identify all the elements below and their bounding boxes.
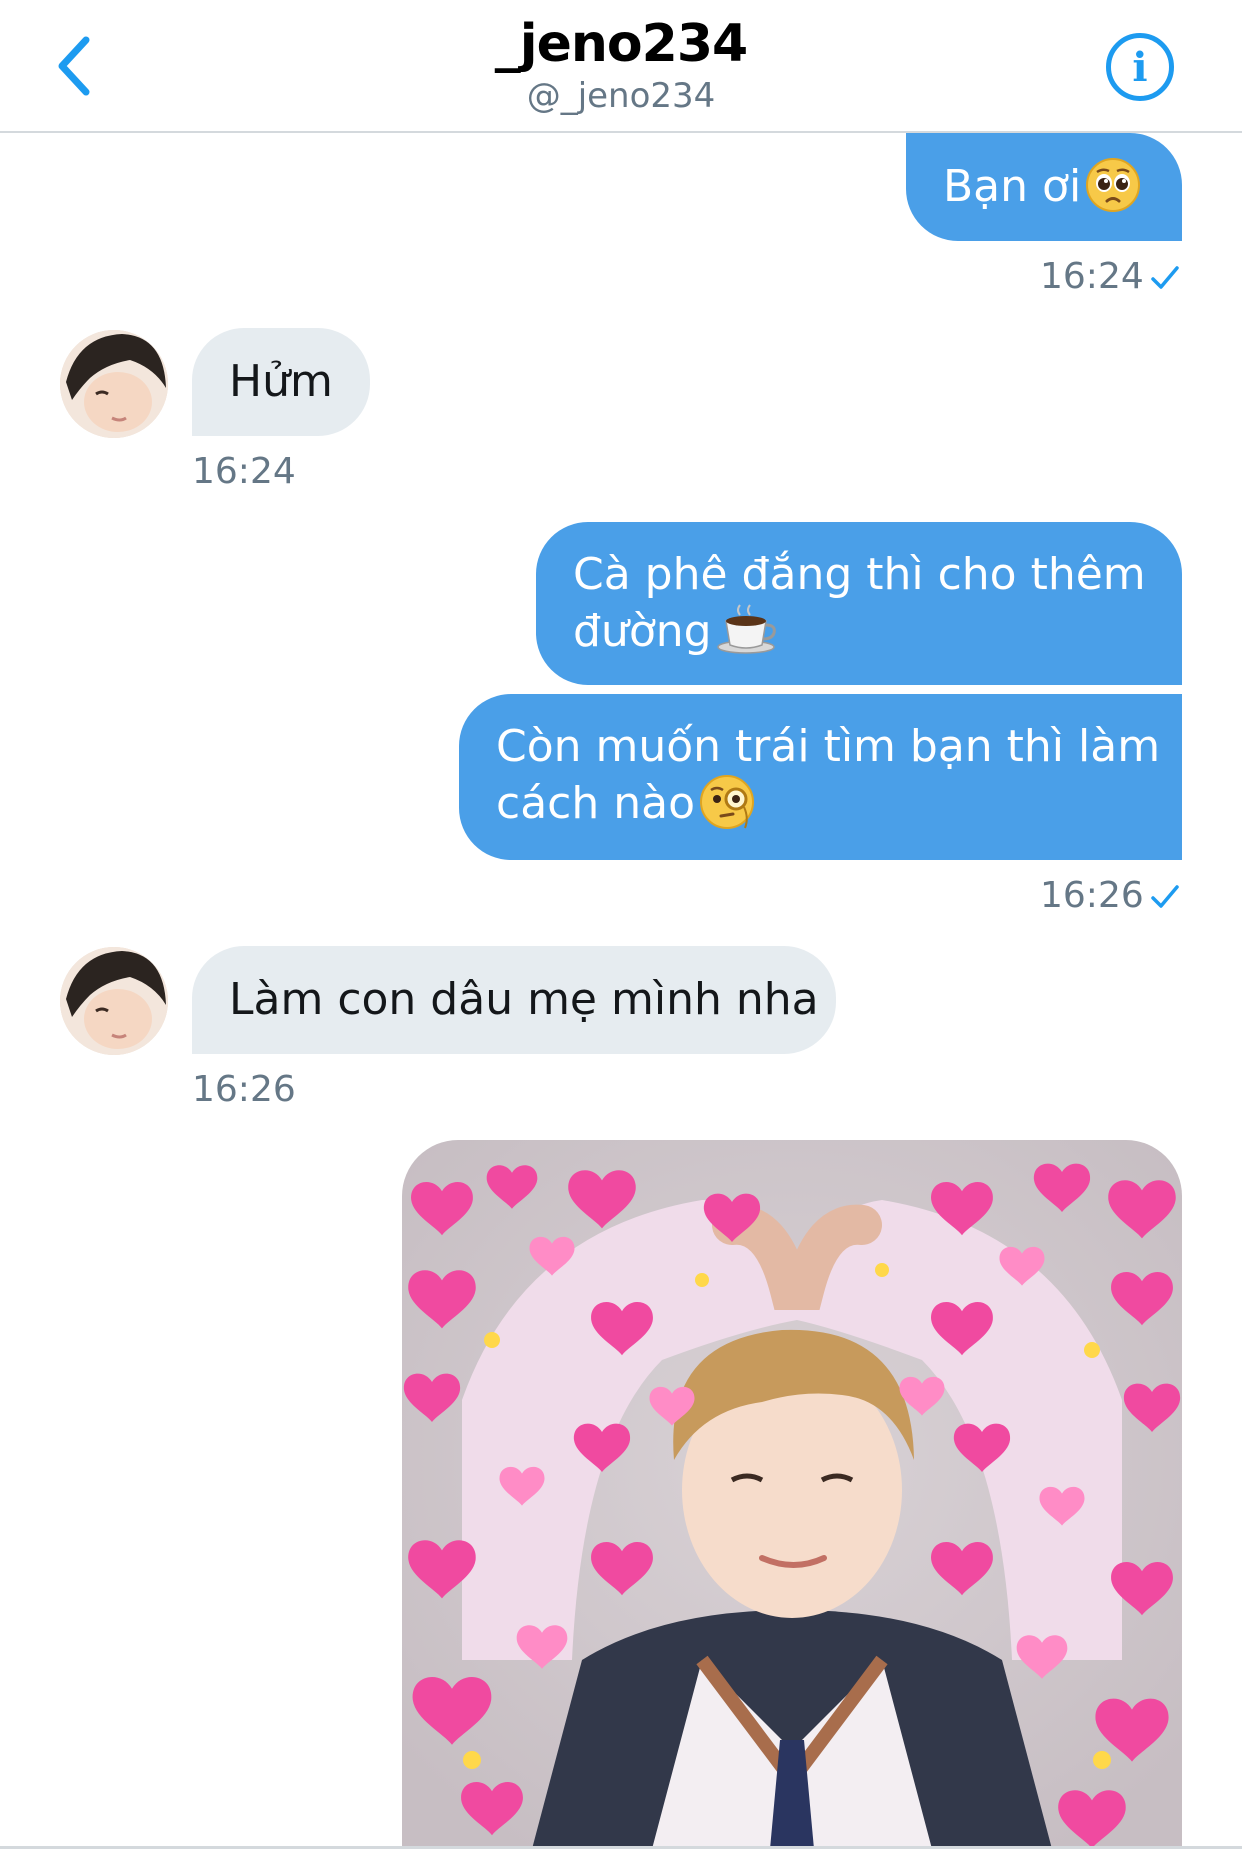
message-timestamp: 16:26 — [192, 1069, 296, 1110]
avatar-photo — [60, 947, 168, 1055]
pleading-face-emoji-icon — [1086, 158, 1141, 212]
message-timestamp: 16:24 — [192, 451, 296, 492]
coffee-emoji-icon — [716, 604, 776, 654]
sent-message-bubble[interactable]: Còn muốn trái tìm bạn thì làm cách nào — [459, 694, 1182, 860]
message-text-line: Còn muốn trái tìm bạn thì làm — [496, 721, 1161, 772]
monocle-face-emoji-icon — [700, 775, 754, 829]
message-text: Làm con dâu mẹ mình nha — [229, 974, 819, 1025]
message-timestamp: 16:24 — [1040, 256, 1144, 297]
conversation-handle[interactable]: @_jeno234 — [0, 76, 1242, 116]
avatar[interactable] — [60, 330, 168, 438]
received-message-bubble[interactable]: Hửm — [192, 328, 370, 436]
info-button[interactable]: i — [1106, 33, 1174, 101]
conversation-title[interactable]: _jeno234 — [0, 14, 1242, 74]
heart-frame-meme-photo — [402, 1140, 1182, 1849]
message-text-line: đường — [573, 606, 712, 657]
avatar[interactable] — [60, 947, 168, 1055]
sent-image-message[interactable] — [402, 1140, 1182, 1849]
info-icon: i — [1132, 44, 1148, 91]
message-text-line: Cà phê đắng thì cho thêm — [573, 549, 1146, 600]
sent-message-bubble[interactable]: Cà phê đắng thì cho thêm đường — [536, 522, 1182, 685]
message-text: Hửm — [229, 356, 333, 407]
message-timestamp: 16:26 — [1040, 875, 1144, 916]
sent-message-bubble[interactable]: Bạn ơi — [906, 133, 1182, 241]
message-text-line: cách nào — [496, 778, 695, 829]
avatar-photo — [60, 330, 168, 438]
dm-conversation-screen: _jeno234 @_jeno234 i Bạn ơi 16:24 Hửm 16… — [0, 0, 1242, 1849]
read-check-icon — [1151, 266, 1179, 289]
read-check-icon — [1151, 885, 1179, 908]
message-text: Bạn ơi — [943, 161, 1082, 212]
conversation-header: _jeno234 @_jeno234 i — [0, 0, 1242, 133]
received-message-bubble[interactable]: Làm con dâu mẹ mình nha — [192, 946, 836, 1054]
